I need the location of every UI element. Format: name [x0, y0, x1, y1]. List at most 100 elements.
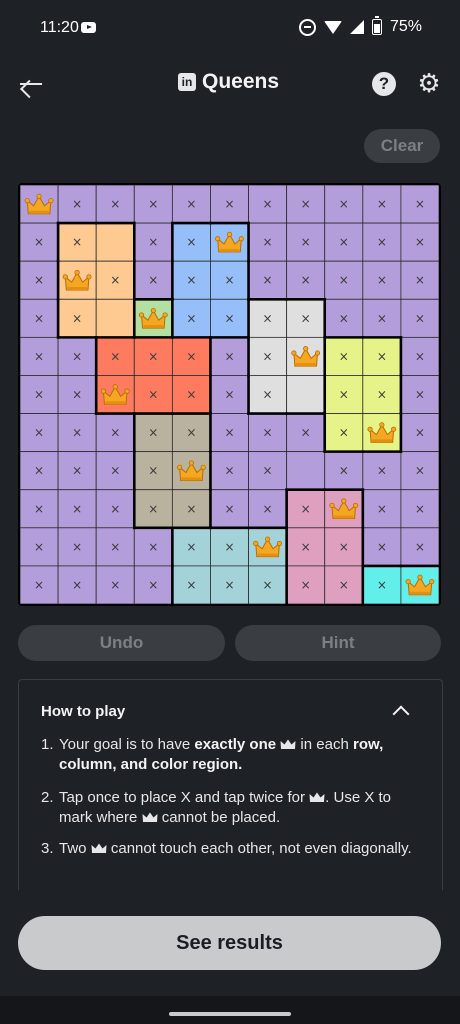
board-cell[interactable]: × [210, 185, 249, 224]
board-cell[interactable]: × [400, 451, 439, 491]
board-cell[interactable]: × [20, 489, 59, 529]
board-cell[interactable]: × [400, 222, 439, 262]
board-cell[interactable]: × [210, 336, 249, 376]
board-cell[interactable]: × [171, 565, 211, 604]
board-cell[interactable]: × [95, 565, 135, 604]
board-cell[interactable] [171, 451, 211, 491]
board-cell[interactable]: × [362, 336, 402, 376]
back-arrow-icon[interactable] [16, 70, 46, 98]
board-cell[interactable]: × [133, 565, 173, 604]
board-cell[interactable] [57, 260, 97, 300]
board-cell[interactable]: × [210, 527, 249, 567]
board-cell[interactable]: × [324, 298, 364, 338]
board-cell[interactable]: × [57, 489, 97, 529]
see-results-button[interactable]: See results [18, 916, 441, 970]
board-cell[interactable] [400, 565, 439, 604]
board-cell[interactable]: × [400, 336, 439, 376]
board-cell[interactable]: × [133, 222, 173, 262]
board-cell[interactable]: × [400, 298, 439, 338]
board-cell[interactable]: × [133, 260, 173, 300]
board-cell[interactable]: × [57, 185, 97, 224]
board-cell[interactable]: × [57, 451, 97, 491]
board-cell[interactable] [324, 489, 364, 529]
board-cell[interactable]: × [362, 527, 402, 567]
board-cell[interactable] [95, 298, 135, 338]
board-cell[interactable]: × [95, 451, 135, 491]
board-cell[interactable]: × [324, 375, 364, 414]
board-cell[interactable]: × [248, 489, 288, 529]
board-cell[interactable]: × [20, 298, 59, 338]
board-cell[interactable]: × [133, 451, 173, 491]
board-cell[interactable]: × [248, 260, 288, 300]
board-cell[interactable]: × [95, 527, 135, 567]
board-cell[interactable]: × [133, 527, 173, 567]
board-cell[interactable]: × [286, 413, 326, 453]
board-cell[interactable]: × [362, 222, 402, 262]
board-cell[interactable]: × [20, 451, 59, 491]
clear-button[interactable]: Clear [364, 129, 440, 163]
board-cell[interactable]: × [400, 527, 439, 567]
board-cell[interactable]: × [286, 565, 326, 604]
board-cell[interactable]: × [20, 336, 59, 376]
board-cell[interactable] [20, 185, 59, 224]
board-cell[interactable]: × [20, 413, 59, 453]
board-cell[interactable]: × [400, 260, 439, 300]
board-cell[interactable] [286, 375, 326, 414]
board-cell[interactable]: × [286, 222, 326, 262]
board-cell[interactable]: × [248, 375, 288, 414]
board-cell[interactable]: × [210, 489, 249, 529]
board-cell[interactable] [286, 336, 326, 376]
board-cell[interactable]: × [248, 222, 288, 262]
board-cell[interactable]: × [362, 375, 402, 414]
board-cell[interactable]: × [286, 260, 326, 300]
board-cell[interactable]: × [248, 298, 288, 338]
board-cell[interactable]: × [210, 260, 249, 300]
board-cell[interactable]: × [400, 185, 439, 224]
board-cell[interactable] [95, 222, 135, 262]
board-cell[interactable]: × [210, 298, 249, 338]
board-cell[interactable]: × [171, 185, 211, 224]
board-cell[interactable]: × [171, 222, 211, 262]
board-cell[interactable]: × [133, 489, 173, 529]
board-cell[interactable]: × [57, 565, 97, 604]
board-cell[interactable]: × [362, 260, 402, 300]
board-cell[interactable]: × [248, 565, 288, 604]
undo-button[interactable]: Undo [18, 625, 225, 661]
board-cell[interactable]: × [171, 375, 211, 414]
board-cell[interactable]: × [95, 413, 135, 453]
board-cell[interactable]: × [248, 185, 288, 224]
board-cell[interactable]: × [324, 336, 364, 376]
board-cell[interactable]: × [286, 298, 326, 338]
board-cell[interactable]: × [324, 413, 364, 453]
board-cell[interactable]: × [133, 375, 173, 414]
board-cell[interactable] [362, 413, 402, 453]
board-cell[interactable]: × [57, 336, 97, 376]
board-cell[interactable]: × [362, 298, 402, 338]
board-cell[interactable]: × [133, 185, 173, 224]
board-cell[interactable] [133, 298, 173, 338]
board-cell[interactable]: × [95, 336, 135, 376]
board-cell[interactable]: × [20, 527, 59, 567]
board-cell[interactable]: × [57, 375, 97, 414]
board-cell[interactable]: × [20, 260, 59, 300]
board-cell[interactable]: × [133, 413, 173, 453]
board-cell[interactable]: × [171, 489, 211, 529]
board-cell[interactable]: × [95, 489, 135, 529]
board-cell[interactable]: × [210, 565, 249, 604]
board-cell[interactable]: × [362, 451, 402, 491]
board-cell[interactable]: × [171, 336, 211, 376]
board-cell[interactable]: × [57, 527, 97, 567]
board-cell[interactable]: × [324, 451, 364, 491]
board-cell[interactable]: × [248, 451, 288, 491]
home-indicator[interactable] [169, 1012, 291, 1016]
board-cell[interactable]: × [171, 260, 211, 300]
board-cell[interactable]: × [20, 222, 59, 262]
board-cell[interactable]: × [171, 527, 211, 567]
board-cell[interactable]: × [57, 298, 97, 338]
board-cell[interactable]: × [133, 336, 173, 376]
board-cell[interactable]: × [210, 451, 249, 491]
board-cell[interactable]: × [286, 489, 326, 529]
board-cell[interactable]: × [324, 527, 364, 567]
board-cell[interactable]: × [362, 185, 402, 224]
board-cell[interactable]: × [95, 260, 135, 300]
